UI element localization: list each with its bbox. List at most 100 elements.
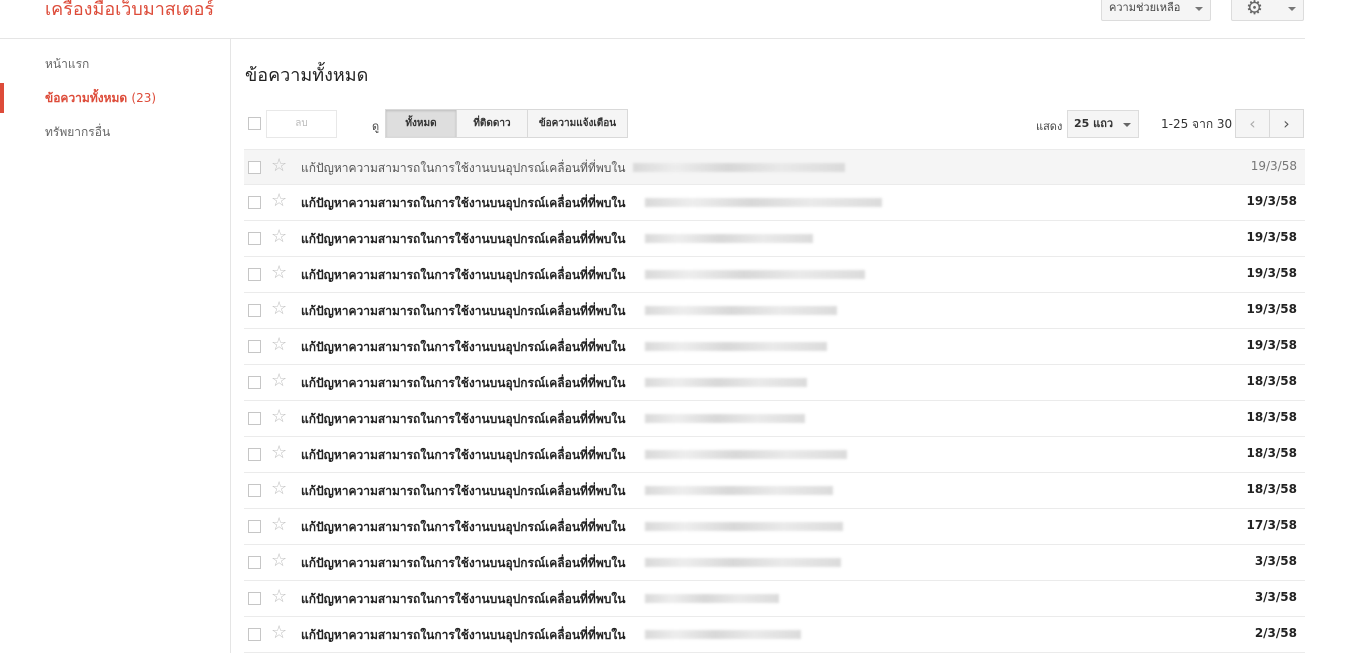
redacted-url	[645, 558, 841, 567]
message-row[interactable]: ☆ แก้ปัญหาความสามารถในการใช้งานบนอุปกรณ์เ…	[244, 329, 1305, 365]
message-checkbox[interactable]	[248, 448, 261, 461]
message-checkbox[interactable]	[248, 484, 261, 497]
star-icon[interactable]: ☆	[271, 443, 287, 463]
message-row[interactable]: ☆ แก้ปัญหาความสามารถในการใช้งานบนอุปกรณ์เ…	[244, 581, 1305, 617]
message-row[interactable]: ☆ แก้ปัญหาความสามารถในการใช้งานบนอุปกรณ์เ…	[244, 221, 1305, 257]
filter-starred-button[interactable]: ที่ติดดาว	[457, 110, 528, 137]
message-checkbox[interactable]	[248, 196, 261, 209]
page-range: 1-25 จาก 30	[1161, 117, 1233, 131]
redacted-url	[633, 163, 845, 172]
message-row[interactable]: ☆ แก้ปัญหาความสามารถในการใช้งานบนอุปกรณ์เ…	[244, 473, 1305, 509]
filter-all-button[interactable]: ทั้งหมด	[386, 110, 457, 137]
message-subject[interactable]: แก้ปัญหาความสามารถในการใช้งานบนอุปกรณ์เค…	[301, 410, 625, 429]
message-subject[interactable]: แก้ปัญหาความสามารถในการใช้งานบนอุปกรณ์เค…	[301, 626, 625, 645]
message-subject[interactable]: แก้ปัญหาความสามารถในการใช้งานบนอุปกรณ์เค…	[301, 194, 625, 213]
redacted-url	[645, 270, 865, 279]
message-subject[interactable]: แก้ปัญหาความสามารถในการใช้งานบนอุปกรณ์เค…	[301, 230, 625, 249]
next-page-button[interactable]: ›	[1269, 109, 1304, 138]
message-row[interactable]: ☆ แก้ปัญหาความสามารถในการใช้งานบนอุปกรณ์เ…	[244, 509, 1305, 545]
redacted-url	[645, 378, 807, 387]
message-row[interactable]: ☆ แก้ปัญหาความสามารถในการใช้งานบนอุปกรณ์เ…	[244, 401, 1305, 437]
message-subject[interactable]: แก้ปัญหาความสามารถในการใช้งานบนอุปกรณ์เค…	[301, 302, 625, 321]
select-all-checkbox[interactable]	[248, 117, 261, 130]
message-checkbox[interactable]	[248, 592, 261, 605]
help-button-label: ความช่วยเหลือ	[1109, 1, 1181, 14]
top-bar: เครื่องมือเว็บมาสเตอร์ ความช่วยเหลือ ⚙	[0, 0, 1353, 39]
message-subject[interactable]: แก้ปัญหาความสามารถในการใช้งานบนอุปกรณ์เค…	[301, 518, 625, 537]
message-subject[interactable]: แก้ปัญหาความสามารถในการใช้งานบนอุปกรณ์เค…	[301, 446, 625, 465]
star-icon[interactable]: ☆	[271, 156, 287, 176]
rows-per-page-select[interactable]: 25 แถว	[1067, 110, 1139, 138]
message-checkbox[interactable]	[248, 232, 261, 245]
message-subject[interactable]: แก้ปัญหาความสามารถในการใช้งานบนอุปกรณ์เค…	[301, 554, 625, 573]
redacted-url	[645, 594, 779, 603]
app-title[interactable]: เครื่องมือเว็บมาสเตอร์	[45, 0, 214, 23]
help-button[interactable]: ความช่วยเหลือ	[1101, 0, 1211, 21]
star-icon[interactable]: ☆	[271, 227, 287, 247]
message-row[interactable]: ☆ แก้ปัญหาความสามารถในการใช้งานบนอุปกรณ์เ…	[244, 293, 1305, 329]
chevron-down-icon	[1195, 7, 1203, 11]
star-icon[interactable]: ☆	[271, 515, 287, 535]
show-label: แสดง	[1036, 120, 1063, 133]
message-date: 18/3/58	[1246, 410, 1297, 424]
message-row[interactable]: ☆ แก้ปัญหาความสามารถในการใช้งานบนอุปกรณ์เ…	[244, 545, 1305, 581]
sidebar-item-all-messages[interactable]: ข้อความทั้งหมด (23)	[0, 83, 230, 113]
redacted-url	[645, 306, 837, 315]
message-date: 3/3/58	[1254, 554, 1297, 568]
message-subject[interactable]: แก้ปัญหาความสามารถในการใช้งานบนอุปกรณ์เค…	[301, 159, 625, 178]
sidebar: หน้าแรก ข้อความทั้งหมด (23) ทรัพยากรอื่น	[0, 39, 231, 653]
gear-icon: ⚙	[1246, 0, 1264, 19]
message-subject[interactable]: แก้ปัญหาความสามารถในการใช้งานบนอุปกรณ์เค…	[301, 482, 625, 501]
message-row[interactable]: ☆ แก้ปัญหาความสามารถในการใช้งานบนอุปกรณ์เ…	[244, 617, 1305, 653]
message-subject[interactable]: แก้ปัญหาความสามารถในการใช้งานบนอุปกรณ์เค…	[301, 374, 625, 393]
message-row[interactable]: ☆ แก้ปัญหาความสามารถในการใช้งานบนอุปกรณ์เ…	[244, 257, 1305, 293]
chevron-down-icon	[1288, 7, 1296, 11]
star-icon[interactable]: ☆	[271, 191, 287, 211]
message-date: 19/3/58	[1246, 266, 1297, 280]
delete-button[interactable]: ลบ	[266, 110, 337, 138]
message-checkbox[interactable]	[248, 376, 261, 389]
message-checkbox[interactable]	[248, 412, 261, 425]
message-subject[interactable]: แก้ปัญหาความสามารถในการใช้งานบนอุปกรณ์เค…	[301, 338, 625, 357]
redacted-url	[645, 450, 847, 459]
star-icon[interactable]: ☆	[271, 299, 287, 319]
sidebar-item-label: หน้าแรก	[45, 57, 90, 71]
settings-button[interactable]: ⚙	[1231, 0, 1304, 21]
star-icon[interactable]: ☆	[271, 479, 287, 499]
star-icon[interactable]: ☆	[271, 335, 287, 355]
message-toolbar: ลบ ดู ทั้งหมด ที่ติดดาว ข้อความแจ้งเตือน…	[244, 109, 1305, 139]
star-icon[interactable]: ☆	[271, 587, 287, 607]
message-date: 17/3/58	[1246, 518, 1297, 532]
message-date: 2/3/58	[1254, 626, 1297, 640]
message-date: 19/3/58	[1246, 230, 1297, 244]
message-checkbox[interactable]	[248, 628, 261, 641]
sidebar-item-home[interactable]: หน้าแรก	[0, 49, 230, 79]
star-icon[interactable]: ☆	[271, 623, 287, 643]
message-subject[interactable]: แก้ปัญหาความสามารถในการใช้งานบนอุปกรณ์เค…	[301, 590, 625, 609]
star-icon[interactable]: ☆	[271, 371, 287, 391]
message-checkbox[interactable]	[248, 340, 261, 353]
message-checkbox[interactable]	[248, 161, 261, 174]
star-icon[interactable]: ☆	[271, 407, 287, 427]
message-date: 19/3/58	[1250, 159, 1297, 173]
filter-alerts-button[interactable]: ข้อความแจ้งเตือน	[528, 110, 627, 137]
filter-group: ทั้งหมด ที่ติดดาว ข้อความแจ้งเตือน	[385, 109, 628, 138]
star-icon[interactable]: ☆	[271, 263, 287, 283]
message-checkbox[interactable]	[248, 556, 261, 569]
message-row[interactable]: ☆ แก้ปัญหาความสามารถในการใช้งานบนอุปกรณ์เ…	[244, 365, 1305, 401]
message-subject[interactable]: แก้ปัญหาความสามารถในการใช้งานบนอุปกรณ์เค…	[301, 266, 625, 285]
message-row[interactable]: ☆ แก้ปัญหาความสามารถในการใช้งานบนอุปกรณ์เ…	[244, 437, 1305, 473]
message-checkbox[interactable]	[248, 268, 261, 281]
message-row[interactable]: ☆ แก้ปัญหาความสามารถในการใช้งานบนอุปกรณ์เ…	[244, 185, 1305, 221]
sidebar-item-label: ข้อความทั้งหมด	[45, 91, 128, 105]
previous-page-button[interactable]: ‹	[1235, 109, 1270, 138]
message-checkbox[interactable]	[248, 304, 261, 317]
message-date: 3/3/58	[1254, 590, 1297, 604]
sidebar-item-other-resources[interactable]: ทรัพยากรอื่น	[0, 117, 230, 147]
star-icon[interactable]: ☆	[271, 551, 287, 571]
message-checkbox[interactable]	[248, 520, 261, 533]
chevron-left-icon: ‹	[1249, 114, 1256, 133]
redacted-url	[645, 630, 801, 639]
message-row[interactable]: ☆ แก้ปัญหาความสามารถในการใช้งานบนอุปกรณ์เ…	[244, 149, 1305, 185]
message-date: 18/3/58	[1246, 374, 1297, 388]
